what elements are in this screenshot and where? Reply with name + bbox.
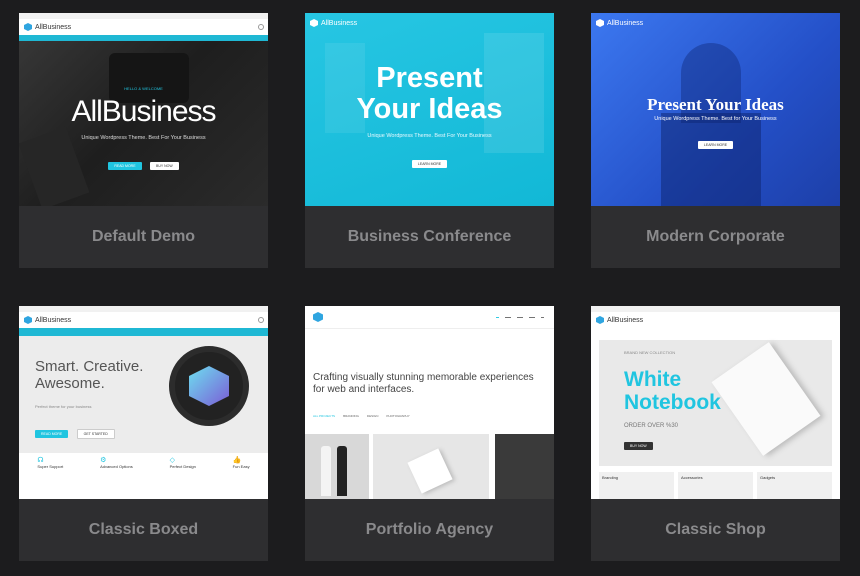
navbar: AllBusiness [19,19,268,35]
hexagon-icon [189,366,229,406]
logo: AllBusiness [591,316,643,324]
logo-icon [310,19,318,27]
demo-thumbnail[interactable]: AllBusiness HELLO & WELCOME AllBusiness … [19,13,268,206]
demo-thumbnail[interactable]: AllBusiness Present Your Ideas Unique Wo… [305,13,554,206]
demo-card-default[interactable]: AllBusiness HELLO & WELCOME AllBusiness … [19,13,268,268]
demo-card-portfolio-agency[interactable]: ▬ ▬▬ ▬▬ ▬▬ ▬ Crafting visually stunning memo… [305,306,554,561]
hero-subtitle: Unique Wordpress Theme. Best For Your Bu… [81,135,206,141]
search-icon [258,317,264,323]
watch-image [169,346,249,426]
logo-icon [313,312,323,322]
buy-now-button[interactable]: BUY NOW [149,162,179,170]
category-row: Branding Accessories Gadgets [599,472,832,499]
portfolio-item-notebook[interactable] [373,434,489,499]
logo-text: AllBusiness [35,316,72,324]
hero-title-line2: Your Ideas [356,93,503,125]
hero-title-line1: Smart. Creative. [35,358,144,375]
nav-menu: ▬ ▬▬ ▬▬ ▬▬ ▬ [496,315,544,319]
subnav [19,35,268,41]
subnav [19,328,268,336]
navbar: AllBusiness [19,312,268,328]
category-gadgets[interactable]: Gadgets [757,472,832,499]
demo-card-modern-corporate[interactable]: AllBusiness Present Your Ideas Unique Wo… [591,13,840,268]
learn-more-button[interactable]: LEARN MORE [411,160,448,168]
hero-title: AllBusiness [71,95,216,128]
demo-thumbnail[interactable]: AllBusiness Present Your Ideas Unique Wo… [591,13,840,206]
logo: AllBusiness [19,23,71,31]
logo-icon [596,19,604,27]
read-more-button[interactable]: READ MORE [108,162,142,170]
hero-title-line1: Present [376,62,483,94]
logo-text: AllBusiness [607,316,644,324]
hero-kicker: HELLO & WELCOME [124,86,163,91]
navbar: AllBusiness [591,312,840,328]
read-more-button[interactable]: READ MORE [35,430,69,438]
demo-caption[interactable]: Classic Shop [591,499,840,561]
logo-text: AllBusiness [321,19,358,27]
get-started-button[interactable]: GET STARTED [76,429,115,439]
headset-icon: ☊ [37,457,44,464]
filter-tabs: ALL PROJECTS BRANDING DESIGN PHOTOGRAPHY [313,414,410,418]
filter-photography[interactable]: PHOTOGRAPHY [386,414,409,418]
portfolio-item-bottles[interactable] [305,434,369,499]
navbar: AllBusiness [305,15,554,31]
hero-text: Crafting visually stunning memorable exp… [313,372,534,395]
demo-caption[interactable]: Portfolio Agency [305,499,554,561]
hero-subtitle: Perfect theme for your business [35,404,92,409]
feature-item: 👍 Fun Easy [232,457,250,469]
navbar: AllBusiness [591,15,840,31]
suit-image [661,113,761,206]
demo-thumbnail[interactable]: ▬ ▬▬ ▬▬ ▬▬ ▬ Crafting visually stunning memo… [305,306,554,499]
demo-card-classic-boxed[interactable]: AllBusiness Smart. Creative. Awesome. Pe… [19,306,268,561]
hero-subtitle: Unique Wordpress Theme. Best For Your Bu… [367,133,492,139]
logo: AllBusiness [591,19,643,27]
diamond-icon: ◇ [169,457,175,464]
feature-item: ☊ Super Support [37,457,64,469]
hero-kicker: BRAND NEW COLLECTION [624,350,676,355]
logo-icon [24,23,32,31]
demo-caption[interactable]: Modern Corporate [591,206,840,268]
portfolio-item-dark[interactable] [495,434,554,499]
demo-thumbnail[interactable]: AllBusiness BRAND NEW COLLECTION White N… [591,306,840,499]
demo-thumbnail[interactable]: AllBusiness Smart. Creative. Awesome. Pe… [19,306,268,499]
hero-subtitle: ORDER OVER %30 [624,423,679,429]
hero-title: Present Your Ideas [647,95,784,114]
demo-card-business-conference[interactable]: AllBusiness Present Your Ideas Unique Wo… [305,13,554,268]
search-icon [258,24,264,30]
gear-icon: ⚙ [100,457,107,464]
category-branding[interactable]: Branding [599,472,674,499]
feature-item: ◇ Perfect Design [169,457,196,469]
demo-caption[interactable]: Default Demo [19,206,268,268]
buy-now-button[interactable]: BUY NOW [624,442,653,450]
demo-caption[interactable]: Business Conference [305,206,554,268]
logo: AllBusiness [19,316,71,324]
feature-item: ⚙ Advanced Options [100,457,133,469]
logo-icon [24,316,32,324]
divider [305,328,554,329]
filter-all[interactable]: ALL PROJECTS [313,414,335,418]
category-accessories[interactable]: Accessories [678,472,753,499]
logo-text: AllBusiness [35,23,72,31]
hero-subtitle: Unique Wordpress Theme. Best for Your Bu… [654,116,777,122]
filter-design[interactable]: DESIGN [367,414,379,418]
hero-title-line2: Notebook [624,391,721,414]
logo: AllBusiness [305,19,357,27]
hero-title-line2: Awesome. [35,375,105,392]
logo-icon [596,316,604,324]
logo-text: AllBusiness [607,19,644,27]
learn-more-button[interactable]: LEARN MORE [697,141,734,149]
thumbs-up-icon: 👍 [232,457,242,464]
demo-caption[interactable]: Classic Boxed [19,499,268,561]
demo-card-classic-shop[interactable]: AllBusiness BRAND NEW COLLECTION White N… [591,306,840,561]
feature-row: ☊ Super Support ⚙ Advanced Options ◇ Perfec… [19,456,268,469]
filter-branding[interactable]: BRANDING [343,414,359,418]
hero-title-line1: White [624,368,682,391]
